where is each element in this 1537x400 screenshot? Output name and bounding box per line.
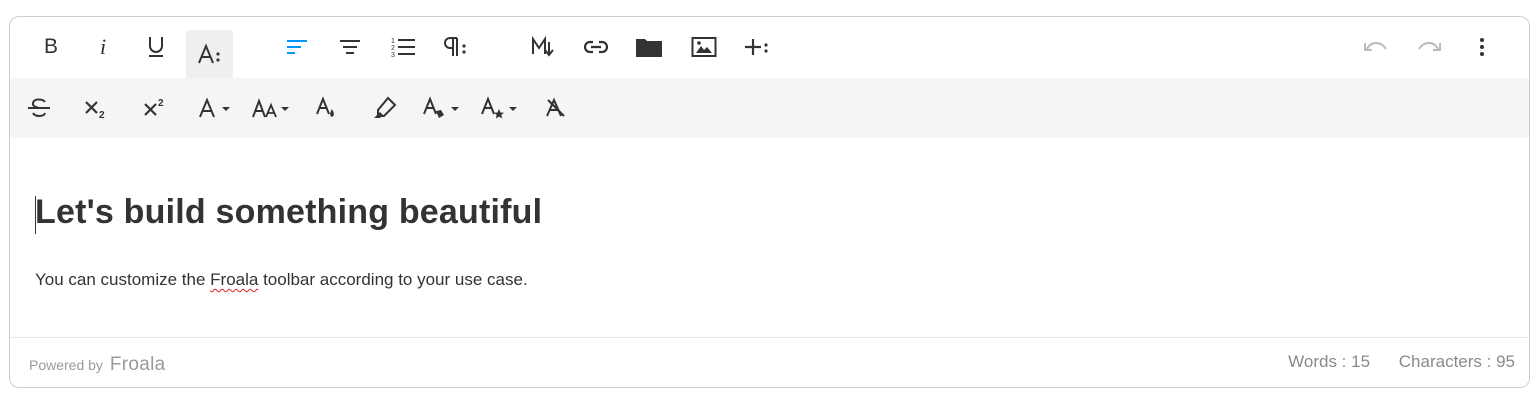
font-size-button[interactable] bbox=[249, 85, 295, 131]
italic-button[interactable]: i bbox=[82, 24, 124, 70]
misspelled-word: Froala bbox=[210, 270, 259, 289]
superscript-button[interactable]: 2 bbox=[134, 85, 176, 131]
align-center-button[interactable] bbox=[329, 24, 371, 70]
align-left-icon bbox=[287, 40, 307, 54]
clear-formatting-icon bbox=[546, 97, 565, 117]
redo-button[interactable] bbox=[1408, 24, 1450, 70]
folder-icon bbox=[636, 39, 662, 57]
svg-text:2: 2 bbox=[391, 45, 395, 52]
content-heading: Let's build something beautiful bbox=[35, 193, 543, 231]
inline-style-button[interactable] bbox=[477, 85, 523, 131]
more-text-button[interactable] bbox=[186, 30, 233, 78]
background-color-button[interactable] bbox=[364, 85, 406, 131]
paragraph-text-end: toolbar according to your use case. bbox=[258, 270, 528, 289]
more-rich-button[interactable] bbox=[736, 24, 778, 70]
toolbar-primary: B i 123 bbox=[10, 17, 1529, 78]
markdown-icon bbox=[532, 36, 554, 57]
underline-icon bbox=[149, 37, 163, 57]
ordered-list-icon: 123 bbox=[391, 38, 415, 58]
powered-by[interactable]: Powered by Froala bbox=[29, 354, 165, 376]
align-center-icon bbox=[340, 40, 360, 54]
subscript-button[interactable]: 2 bbox=[75, 85, 117, 131]
ordered-list-button[interactable]: 123 bbox=[382, 24, 424, 70]
editor-content[interactable]: Let's build something beautiful You can … bbox=[10, 138, 1529, 338]
inline-class-icon bbox=[423, 96, 459, 118]
superscript-icon: 2 bbox=[144, 98, 164, 116]
undo-button[interactable] bbox=[1355, 24, 1397, 70]
content-paragraph: You can customize the Froala toolbar acc… bbox=[35, 270, 528, 290]
toolbar-secondary: 2 2 bbox=[10, 78, 1529, 138]
froala-logo: Froala bbox=[109, 354, 166, 375]
strikethrough-button[interactable] bbox=[18, 85, 60, 131]
powered-by-label: Powered by bbox=[29, 357, 103, 373]
italic-icon: i bbox=[99, 34, 107, 59]
character-count: Characters : 95 bbox=[1398, 352, 1515, 371]
vertical-dots-icon bbox=[1480, 38, 1484, 56]
more-misc-button[interactable] bbox=[1461, 24, 1503, 70]
paragraph-text-start: You can customize the bbox=[35, 270, 211, 289]
svg-text:2: 2 bbox=[158, 98, 164, 109]
bold-icon: B bbox=[43, 35, 58, 58]
highlighter-icon bbox=[374, 96, 397, 118]
link-icon bbox=[583, 40, 609, 54]
more-text-icon bbox=[197, 43, 220, 64]
redo-icon bbox=[1418, 42, 1441, 51]
subscript-icon: 2 bbox=[85, 101, 105, 119]
inline-class-button[interactable] bbox=[419, 85, 465, 131]
text-color-icon bbox=[316, 96, 334, 117]
text-color-button[interactable] bbox=[306, 85, 348, 131]
underline-button[interactable] bbox=[135, 24, 177, 70]
image-icon bbox=[691, 37, 717, 57]
svg-text:3: 3 bbox=[391, 52, 395, 58]
inline-style-icon bbox=[481, 96, 517, 119]
strikethrough-icon bbox=[28, 98, 50, 117]
plus-more-icon bbox=[745, 39, 768, 55]
rich-text-editor: B i 123 2 2 Let's build something beauti… bbox=[9, 16, 1530, 388]
svg-text:2: 2 bbox=[99, 110, 105, 119]
word-char-counter: Words : 15 Characters : 95 bbox=[1264, 352, 1515, 372]
svg-text:1: 1 bbox=[391, 38, 395, 45]
undo-icon bbox=[1364, 42, 1387, 51]
bold-button[interactable]: B bbox=[30, 24, 72, 70]
insert-link-button[interactable] bbox=[575, 24, 617, 70]
markdown-button[interactable] bbox=[522, 24, 564, 70]
paragraph-icon bbox=[444, 37, 466, 56]
font-family-button[interactable] bbox=[193, 85, 239, 131]
align-left-button[interactable] bbox=[276, 24, 318, 70]
insert-file-button[interactable] bbox=[628, 24, 670, 70]
word-count: Words : 15 bbox=[1288, 352, 1371, 371]
font-family-icon bbox=[199, 97, 230, 118]
insert-image-button[interactable] bbox=[683, 24, 725, 70]
editor-footer: Powered by Froala Words : 15 Characters … bbox=[10, 337, 1529, 387]
clear-formatting-button[interactable] bbox=[535, 85, 577, 131]
font-size-icon bbox=[252, 98, 289, 118]
more-paragraph-button[interactable] bbox=[435, 24, 477, 70]
